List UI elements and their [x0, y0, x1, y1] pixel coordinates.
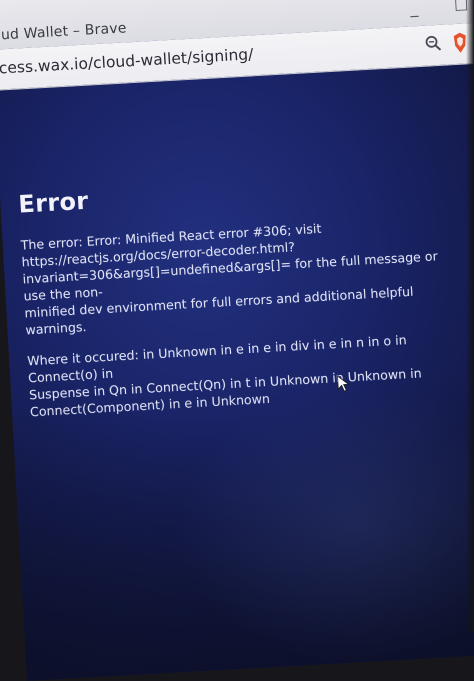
minimize-button[interactable]: _ — [410, 0, 419, 17]
error-message: The error: Error: Minified React error #… — [20, 213, 455, 339]
error-heading: Error — [18, 164, 474, 218]
error-page-content: Error The error: Error: Minified React e… — [18, 164, 474, 434]
window-title: ud Wallet – Brave — [1, 20, 127, 43]
monitor-bezel — [466, 0, 474, 632]
magnifier-icon[interactable] — [424, 34, 443, 53]
url-text[interactable]: cess.wax.io/cloud-wallet/signing/ — [0, 45, 254, 77]
monitor-screen: ud Wallet – Brave _ ☐ cess.wax.io/cloud-… — [0, 0, 474, 681]
error-location: Where it occured: in Unknown in e in e i… — [27, 328, 460, 420]
mouse-pointer-icon — [336, 374, 351, 393]
